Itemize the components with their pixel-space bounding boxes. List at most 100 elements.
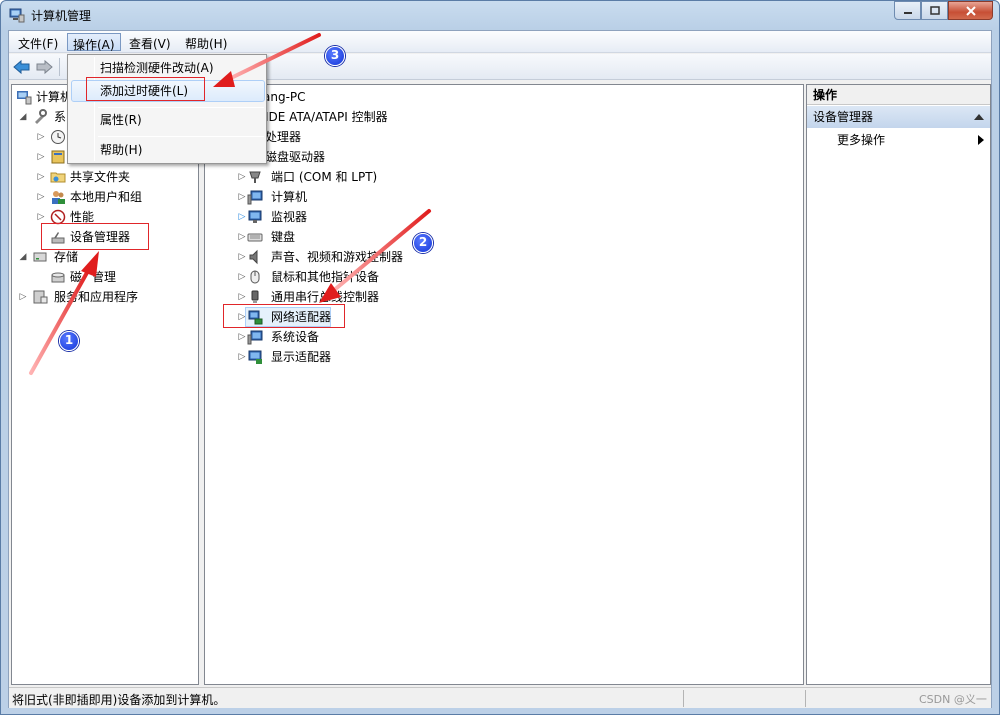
system-device-icon: [247, 330, 263, 345]
expand-icon[interactable]: ▷: [36, 127, 46, 147]
close-button[interactable]: [948, 1, 993, 20]
computer-management-window: 计算机管理 文件(F) 操作(A) 查看(V) 帮助(H) 计算机 ◢ 系 ▷ …: [0, 0, 1000, 715]
device-category-system[interactable]: ▷ 系统设备: [235, 327, 535, 347]
back-arrow-icon[interactable]: [13, 59, 31, 75]
expand-icon[interactable]: ▷: [36, 167, 46, 187]
port-icon: [249, 171, 261, 183]
maximize-button[interactable]: [921, 1, 948, 20]
menu-gutter: [94, 57, 95, 161]
expand-icon[interactable]: ▷: [237, 227, 247, 247]
actions-pane: 操作 设备管理器 更多操作: [806, 84, 991, 685]
disk-management-icon: [51, 272, 65, 283]
menu-bar: 文件(F) 操作(A) 查看(V) 帮助(H): [9, 31, 991, 53]
toolbar-separator: [59, 58, 60, 76]
storage-icon: [33, 252, 47, 262]
tools-icon: [35, 109, 47, 124]
tree-storage-label: 存储: [54, 250, 79, 264]
submenu-arrow-icon: [978, 135, 984, 145]
device-category-monitor[interactable]: ▷ 监视器: [235, 207, 535, 227]
forward-arrow-icon[interactable]: [35, 59, 53, 75]
device-category-label: 声音、视频和游戏控制器: [271, 250, 404, 264]
keyboard-icon: [247, 233, 263, 242]
menu-action[interactable]: 操作(A): [67, 33, 121, 52]
status-separator: [683, 690, 684, 707]
menu-item-properties[interactable]: 属性(R): [100, 109, 142, 131]
collapse-section-icon[interactable]: [974, 114, 984, 120]
device-category-label: 键盘: [271, 230, 296, 244]
more-actions-link[interactable]: 更多操作: [837, 131, 885, 149]
users-icon: [52, 191, 65, 204]
computer-management-icon: [9, 8, 25, 23]
menu-file[interactable]: 文件(F): [13, 33, 63, 51]
computer-icon: [247, 190, 263, 205]
step-badge-2: 2: [413, 233, 433, 253]
caption-buttons: [894, 1, 993, 21]
expand-icon[interactable]: ▷: [237, 187, 247, 207]
minimize-icon: [903, 11, 912, 14]
speaker-icon: [249, 249, 258, 265]
menu-separator: [98, 136, 264, 137]
maximize-icon: [929, 6, 940, 15]
tree-disk-mgmt-label-b: 管理: [92, 270, 117, 284]
menu-item-help[interactable]: 帮助(H): [100, 139, 142, 161]
event-viewer-icon: [51, 150, 65, 164]
computer-management-icon: [17, 91, 32, 105]
expand-icon[interactable]: ▷: [18, 287, 28, 307]
expand-icon[interactable]: ▷: [237, 347, 247, 367]
device-category-label: 监视器: [271, 210, 308, 224]
device-category-label: 显示适配器: [271, 350, 332, 364]
menu-view[interactable]: 查看(V): [124, 33, 176, 51]
services-icon: [33, 290, 48, 304]
tree-system-tools-label: 系: [54, 110, 67, 124]
status-bar: 将旧式(非即插即用)设备添加到计算机。 CSDN @义一: [9, 687, 991, 708]
menu-help[interactable]: 帮助(H): [180, 33, 232, 51]
tree-shared-folders-label: 共享文件夹: [70, 170, 131, 184]
console-tree-pane[interactable]: 计算机 ◢ 系 ▷ ▷ ▷ 共享文件夹 ▷ 本地用户和组 ▷ 性能 设备管理器 …: [11, 84, 199, 685]
device-category-computer[interactable]: ▷ 计算机: [235, 187, 535, 207]
collapse-icon[interactable]: ◢: [18, 107, 28, 127]
collapse-icon[interactable]: ◢: [18, 247, 28, 267]
clock-icon: [51, 130, 65, 144]
expand-icon[interactable]: ▷: [237, 207, 247, 227]
actions-section-device-manager[interactable]: 设备管理器: [807, 106, 990, 128]
device-category-label: 系统设备: [271, 330, 320, 344]
device-category-label: 鼠标和其他指针设备: [271, 270, 380, 284]
device-category-label: 计算机: [271, 190, 308, 204]
mouse-icon: [250, 270, 260, 284]
device-category-label: 端口 (COM 和 LPT): [271, 170, 378, 184]
device-category-label: IDE ATA/ATAPI 控制器: [265, 110, 388, 124]
expand-icon[interactable]: ▷: [237, 247, 247, 267]
device-category-ports[interactable]: ▷ 端口 (COM 和 LPT): [235, 167, 535, 187]
status-text: 将旧式(非即插即用)设备添加到计算机。: [12, 693, 226, 707]
action-dropdown-menu: 扫描检测硬件改动(A) 添加过时硬件(L) 属性(R) 帮助(H): [67, 54, 267, 164]
expand-icon[interactable]: ▷: [237, 167, 247, 187]
tree-services-label: 服务和应用程序: [54, 290, 139, 304]
window-title: 计算机管理: [31, 9, 92, 23]
watermark-text: CSDN @义一: [919, 693, 987, 706]
menu-item-scan-hardware[interactable]: 扫描检测硬件改动(A): [100, 57, 214, 79]
expand-icon[interactable]: ▷: [36, 147, 46, 167]
expand-icon[interactable]: ▷: [36, 187, 46, 207]
minimize-button[interactable]: [894, 1, 921, 20]
step-badge-3: 3: [325, 46, 345, 66]
device-category-mouse[interactable]: ▷ 鼠标和其他指针设备: [235, 267, 535, 287]
device-category-label: 处理器: [265, 130, 302, 144]
device-tree-pane[interactable]: ang-PC IDE ATA/ATAPI 控制器 处理器 磁盘驱动器 ▷ 端口 …: [204, 84, 804, 685]
status-separator: [805, 690, 806, 707]
highlight-box-device-manager: [41, 223, 149, 250]
expand-icon[interactable]: ▷: [237, 267, 247, 287]
tree-disk-mgmt-label-a: 磁: [70, 270, 83, 284]
device-category-sound[interactable]: ▷ 声音、视频和游戏控制器: [235, 247, 535, 267]
title-bar[interactable]: 计算机管理: [1, 1, 999, 29]
device-category-keyboard[interactable]: ▷ 键盘: [235, 227, 535, 247]
shared-folder-icon: [50, 172, 66, 183]
usb-icon: [251, 290, 259, 303]
actions-header: 操作: [807, 85, 990, 105]
highlight-box-network-adapters: [223, 304, 345, 328]
expand-icon[interactable]: ▷: [237, 327, 247, 347]
actions-section-label: 设备管理器: [813, 110, 874, 124]
device-category-display[interactable]: ▷ 显示适配器: [235, 347, 535, 367]
menu-separator: [98, 107, 264, 108]
display-adapter-icon: [248, 350, 262, 364]
close-icon: [965, 5, 976, 16]
